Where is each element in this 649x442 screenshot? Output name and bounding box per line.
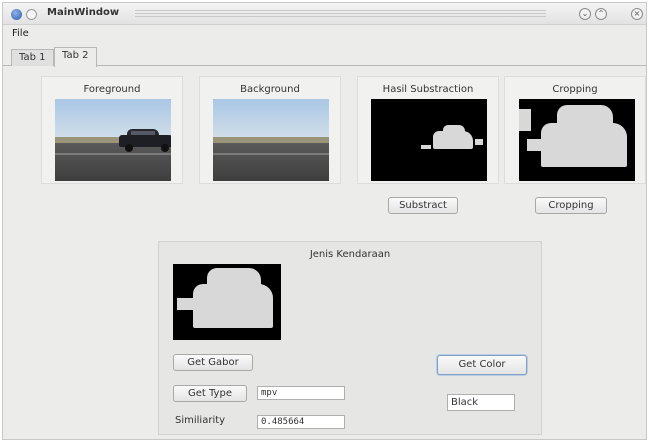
cropping-panel: Cropping xyxy=(504,76,646,184)
substraction-panel: Hasil Substraction xyxy=(357,76,499,184)
main-window: MainWindow ⌄ ⌃ × File Tab 1 Tab 2 Foregr… xyxy=(2,2,647,440)
tab-2[interactable]: Tab 2 xyxy=(54,47,97,67)
menu-file[interactable]: File xyxy=(12,28,29,39)
tab-bar: Tab 1 Tab 2 xyxy=(3,46,646,67)
menu-bar: File xyxy=(3,25,646,43)
similarity-label: Similiarity xyxy=(175,415,226,426)
get-gabor-button[interactable]: Get Gabor xyxy=(173,354,253,371)
close-icon[interactable]: × xyxy=(631,8,643,20)
app-icon[interactable] xyxy=(11,9,22,20)
title-grip xyxy=(135,10,546,18)
foreground-label: Foreground xyxy=(83,84,141,95)
group-title: Jenis Kendaraan xyxy=(309,249,391,260)
type-field[interactable]: mpv xyxy=(257,386,345,400)
get-type-button[interactable]: Get Type xyxy=(173,385,247,402)
window-title: MainWindow xyxy=(47,7,120,18)
minimize-icon[interactable]: ⌄ xyxy=(579,8,591,20)
foreground-panel: Foreground xyxy=(41,76,183,184)
background-label: Background xyxy=(240,84,300,95)
substraction-image xyxy=(371,99,487,181)
substract-button[interactable]: Substract xyxy=(388,197,458,214)
maximize-icon[interactable]: ⌃ xyxy=(595,8,607,20)
cropping-label: Cropping xyxy=(552,84,598,95)
get-color-button[interactable]: Get Color xyxy=(437,355,527,375)
car-shape xyxy=(119,129,171,152)
foreground-image xyxy=(55,99,171,181)
color-field[interactable]: Black xyxy=(447,394,515,411)
substraction-label: Hasil Substraction xyxy=(382,84,474,95)
cropping-image xyxy=(519,99,635,181)
sticky-icon[interactable] xyxy=(26,9,37,20)
cropping-button[interactable]: Cropping xyxy=(535,197,607,214)
similarity-field[interactable]: 0.485664 xyxy=(257,415,345,429)
title-bar[interactable]: MainWindow ⌄ ⌃ × xyxy=(3,3,646,25)
background-panel: Background xyxy=(199,76,341,184)
background-image xyxy=(213,99,329,181)
result-image xyxy=(173,264,281,340)
tab-1[interactable]: Tab 1 xyxy=(11,49,54,66)
